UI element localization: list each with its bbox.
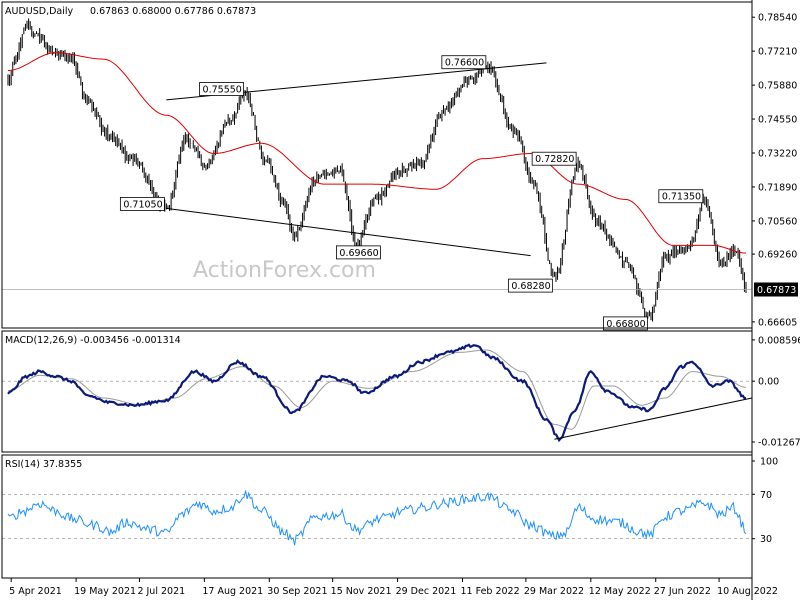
x-tick-label: 2 Jul 2021	[137, 586, 185, 597]
macd-title: MACD(12,26,9) -0.003456 -0.001314	[5, 335, 181, 346]
price-level-label: 0.71050	[119, 196, 165, 211]
chart-root: ActionForex.com 0.71050 0.75550 0.69660 0.7…	[0, 0, 800, 600]
macd-signal-line	[7, 349, 747, 430]
rsi-line	[7, 490, 747, 546]
y-tick-label: 0.74550	[758, 115, 797, 126]
y-tick-label: 0.71890	[758, 182, 797, 193]
price-level-label: 0.69660	[336, 245, 381, 260]
price-level-label: 0.72820	[531, 151, 577, 166]
candles	[7, 18, 747, 322]
chart-svg: ActionForex.com 0.71050 0.75550 0.69660 0.7…	[1, 0, 800, 600]
price-pane	[1, 1, 753, 329]
y-tick-label: 0.70560	[758, 216, 797, 227]
label-text: 0.69660	[339, 248, 378, 259]
moving-average-line	[8, 52, 747, 254]
rsi-tick-label: 70	[760, 490, 772, 501]
x-tick-label: 5 Apr 2021	[9, 586, 62, 597]
label-text: 0.75550	[203, 85, 242, 96]
x-tick-label: 29 Dec 2021	[396, 586, 457, 597]
x-tick-label: 12 May 2022	[589, 586, 651, 597]
x-tick-label: 10 Aug 2022	[717, 586, 778, 597]
x-tick-label: 17 Aug 2021	[202, 586, 263, 597]
macd-tick-label: 0.00	[758, 377, 779, 388]
x-tick-label: 27 Jun 2022	[654, 586, 711, 597]
price-level-label: 0.68280	[507, 278, 553, 293]
y-tick-label: 0.78540	[758, 13, 797, 24]
x-tick-label: 15 Nov 2021	[331, 586, 392, 597]
label-text: 0.76600	[445, 58, 484, 69]
rsi-tick-label: 100	[760, 457, 778, 468]
macd-tick-label: 0.008596	[758, 335, 800, 346]
label-text: 0.72820	[535, 154, 574, 165]
rsi-title: RSI(14) 37.8355	[5, 459, 82, 470]
x-tick-label: 19 May 2021	[74, 586, 136, 597]
y-tick-label: 0.75880	[758, 81, 797, 92]
price-level-label: 0.71350	[658, 189, 704, 204]
y-tick-label: 0.73220	[758, 149, 797, 160]
symbol-title: AUDUSD,Daily	[5, 6, 74, 17]
label-text: 0.71050	[123, 199, 162, 210]
price-tag-text: 0.67873	[757, 285, 796, 296]
watermark: ActionForex.com	[193, 258, 376, 283]
label-text: 0.71350	[662, 192, 701, 203]
current-price-tag: 0.67873	[754, 282, 798, 297]
ohlc-values: 0.67863 0.68000 0.67786 0.67873	[90, 6, 256, 17]
y-tick-label: 0.77210	[758, 47, 797, 58]
x-tick-label: 11 Feb 2022	[461, 586, 520, 597]
label-text: 0.68280	[511, 281, 550, 292]
y-tick-label: 0.66605	[758, 317, 797, 328]
macd-tick-label: -0.01267	[758, 438, 800, 449]
price-level-label: 0.76600	[441, 55, 487, 70]
x-tick-label: 30 Sep 2021	[267, 586, 327, 597]
macd-line	[7, 343, 747, 443]
x-tick-label: 29 Mar 2022	[524, 586, 584, 597]
price-level-label: 0.75550	[199, 82, 244, 96]
y-tick-label: 0.69260	[758, 250, 797, 261]
rsi-tick-label: 30	[760, 534, 772, 545]
macd-pane	[1, 330, 753, 453]
